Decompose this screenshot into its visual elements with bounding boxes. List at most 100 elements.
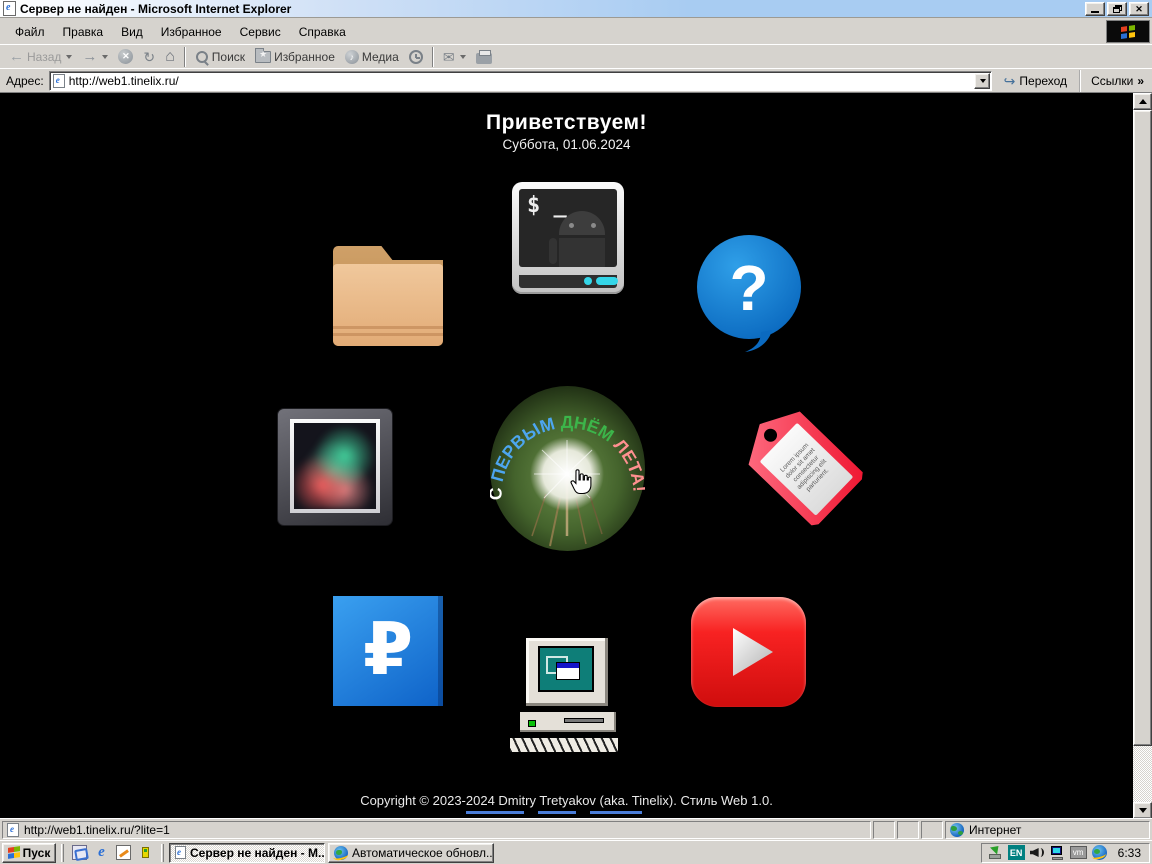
- youtube-icon[interactable]: [691, 597, 806, 707]
- links-band[interactable]: Ссылки »: [1079, 70, 1150, 92]
- task-button-browser[interactable]: Сервер не найден - M...: [169, 843, 325, 863]
- play-icon: [733, 628, 773, 676]
- favorites-icon: [255, 51, 271, 63]
- address-bar: Адрес: http://web1.tinelix.ru/ ↪ Переход…: [0, 68, 1152, 92]
- question-bubble-icon[interactable]: ?: [695, 234, 803, 352]
- print-icon: [476, 53, 492, 64]
- address-url[interactable]: http://web1.tinelix.ru/: [69, 74, 179, 88]
- menu-view[interactable]: Вид: [112, 23, 152, 41]
- search-icon: [195, 50, 209, 64]
- toolbar-separator: [432, 47, 434, 67]
- price-tag-icon[interactable]: Lorem ipsum dolor sit amet consectetur a…: [737, 401, 862, 531]
- copyright-text: Copyright © 2023-2024 Dmitry Tretyakov (…: [0, 793, 1133, 808]
- home-button[interactable]: ⌂: [160, 46, 180, 67]
- refresh-icon: ↻: [143, 50, 155, 64]
- windows-update-icon: [334, 846, 348, 860]
- standard-toolbar: ← Назад → ✕ ↻ ⌂ Поиск Избранное ♪ М: [0, 44, 1152, 68]
- menu-bar: Файл Правка Вид Избранное Сервис Справка: [0, 19, 1152, 44]
- zone-label: Интернет: [969, 823, 1021, 837]
- search-button[interactable]: Поиск: [190, 46, 250, 67]
- restore-button[interactable]: [1107, 2, 1127, 16]
- windows-flag-icon: [8, 846, 20, 859]
- ie-throbber: [1106, 20, 1150, 43]
- titlebar: Сервер не найден - Microsoft Internet Ex…: [0, 0, 1152, 18]
- page-icon: [53, 74, 65, 88]
- status-url: http://web1.tinelix.ru/?lite=1: [24, 823, 170, 837]
- window-title: Сервер не найден - Microsoft Internet Ex…: [20, 2, 291, 16]
- page-title: Приветствуем!: [0, 111, 1133, 135]
- taskbar-grip[interactable]: [61, 844, 64, 862]
- close-button[interactable]: ✕: [1129, 2, 1149, 16]
- stop-button[interactable]: ✕: [113, 46, 138, 67]
- internet-zone-icon: [950, 823, 964, 837]
- start-button[interactable]: Пуск: [2, 843, 56, 863]
- menu-edit[interactable]: Правка: [54, 23, 113, 41]
- menu-favorites[interactable]: Избранное: [152, 23, 231, 41]
- mail-dropdown-icon[interactable]: [460, 55, 466, 59]
- chevron-right-icon[interactable]: »: [1137, 74, 1144, 88]
- back-dropdown-icon[interactable]: [66, 55, 72, 59]
- print-button[interactable]: [471, 46, 497, 67]
- refresh-button[interactable]: ↻: [138, 46, 160, 67]
- android-robot-icon: [549, 211, 611, 267]
- language-indicator[interactable]: EN: [1008, 845, 1025, 860]
- address-dropdown-button[interactable]: [974, 73, 990, 89]
- minimize-button[interactable]: [1085, 2, 1105, 16]
- network-icon[interactable]: [1050, 845, 1065, 860]
- ruble-sign: ₽: [363, 607, 413, 691]
- scroll-up-button[interactable]: [1133, 93, 1152, 110]
- forward-icon: →: [82, 49, 97, 64]
- scroll-down-button[interactable]: [1133, 802, 1152, 819]
- go-icon: ↪: [1004, 74, 1016, 88]
- back-button[interactable]: ← Назад: [4, 46, 77, 67]
- taskbar-grip[interactable]: [161, 844, 164, 862]
- page-date: Суббота, 01.06.2024: [0, 137, 1133, 152]
- internet-explorer-icon[interactable]: e: [94, 845, 109, 860]
- media-button[interactable]: ♪ Медиа: [340, 46, 404, 67]
- retro-computer-icon[interactable]: [508, 634, 630, 764]
- go-button[interactable]: ↪ Переход: [996, 70, 1075, 92]
- menu-tools[interactable]: Сервис: [231, 23, 290, 41]
- forward-button[interactable]: →: [77, 46, 113, 67]
- address-input[interactable]: http://web1.tinelix.ru/: [49, 71, 992, 91]
- stop-icon: ✕: [118, 49, 133, 64]
- menu-help[interactable]: Справка: [290, 23, 355, 41]
- close-icon: ✕: [1135, 4, 1143, 15]
- triangle-up-icon: [1139, 99, 1147, 104]
- edit-document-icon[interactable]: [116, 845, 131, 860]
- media-icon: ♪: [345, 50, 359, 64]
- vertical-scrollbar[interactable]: [1133, 93, 1152, 819]
- restore-icon: [1113, 5, 1122, 13]
- address-label: Адрес:: [6, 74, 44, 88]
- favorites-button[interactable]: Избранное: [250, 46, 340, 67]
- taskbar-clock[interactable]: 6:33: [1118, 846, 1141, 860]
- desktop-screen: Сервер не найден - Microsoft Internet Ex…: [0, 0, 1152, 864]
- photo-gallery-icon[interactable]: [277, 408, 393, 526]
- dandelion-text-1: С: [490, 481, 506, 501]
- page-icon: [7, 823, 19, 837]
- safely-remove-icon[interactable]: [988, 845, 1003, 860]
- taskbar: Пуск e Сервер не найден - M... Автоматич…: [0, 840, 1152, 864]
- forward-dropdown-icon[interactable]: [102, 55, 108, 59]
- ie-page-icon: [175, 846, 186, 859]
- ie-document-icon: [3, 1, 16, 16]
- chevron-down-icon: [980, 79, 986, 83]
- hand-cursor-icon: [568, 469, 592, 499]
- update-tray-icon[interactable]: [1092, 845, 1107, 860]
- minimize-icon: [1091, 11, 1099, 13]
- volume-icon[interactable]: [1030, 845, 1045, 860]
- show-desktop-icon[interactable]: [72, 845, 87, 860]
- ruble-icon[interactable]: ₽: [333, 596, 443, 706]
- mail-button[interactable]: ✉: [438, 46, 471, 67]
- scrollbar-thumb[interactable]: [1133, 110, 1152, 746]
- webpage: Приветствуем! Суббота, 01.06.2024 $ _: [0, 93, 1133, 819]
- vmware-tools-icon[interactable]: vm: [1070, 846, 1087, 859]
- menu-file[interactable]: Файл: [6, 23, 54, 41]
- task-button-update[interactable]: Автоматическое обновл...: [328, 843, 494, 863]
- android-terminal-icon[interactable]: $ _: [512, 182, 624, 294]
- history-button[interactable]: [404, 46, 428, 67]
- folder-icon[interactable]: [333, 238, 443, 348]
- yellow-robot-icon[interactable]: [138, 845, 153, 860]
- back-icon: ←: [9, 49, 24, 64]
- windows-flag-icon: [1121, 25, 1135, 39]
